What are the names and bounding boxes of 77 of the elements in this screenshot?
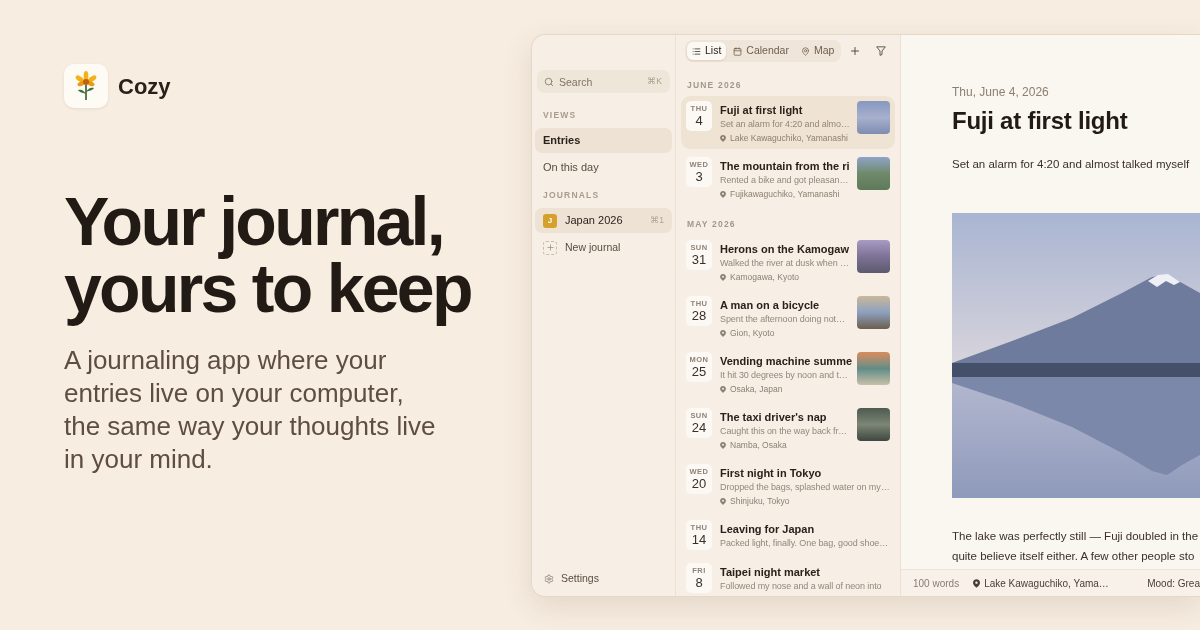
location-pin-icon [973, 578, 981, 588]
entry-title: Taipei night market [720, 565, 822, 579]
mood-label: Mood: Grea [1147, 576, 1200, 591]
entry-title: Vending machine summe [720, 354, 853, 368]
day-number: 14 [691, 532, 707, 547]
day-number: 31 [691, 252, 707, 267]
shortcut-hint: ⌘K [647, 75, 662, 88]
entry-excerpt: Rented a bike and got pleasan… [720, 174, 850, 187]
search-icon [544, 76, 554, 87]
entry-date: Thu, June 4, 2026 [952, 85, 1050, 99]
section-heading: JOURNALS [542, 190, 601, 200]
view-tab[interactable]: Map [795, 42, 840, 60]
entry-excerpt: Set an alarm for 4:20 and almo… [720, 118, 851, 131]
map-pin-icon [800, 46, 810, 56]
day-number: 8 [695, 575, 703, 590]
location-pin-icon [720, 329, 726, 337]
entry-excerpt: Packed light, finally. One bag, good shoe… [720, 537, 890, 550]
entry-paragraph: Set an alarm for 4:20 and almost talked myself [952, 157, 1191, 172]
location-pin-icon [720, 273, 726, 281]
journal-name: Japan 2026 [565, 213, 623, 229]
entry-location: Lake Kawaguchiko, Yamanashi [730, 132, 848, 144]
entry-excerpt: Caught this on the way back fr… [720, 425, 849, 438]
filter-icon [876, 46, 887, 56]
entry-location: Shinjuku, Tokyo [730, 495, 790, 507]
entry-excerpt: Walked the river at dusk when … [720, 257, 850, 270]
sidebar-item[interactable]: On this day [535, 155, 672, 180]
day-number: 25 [691, 364, 707, 379]
journal-initial: J [543, 213, 557, 228]
shortcut-hint: ⌘1 [650, 214, 664, 227]
entry-title: Leaving for Japan [720, 522, 816, 536]
body-text: quite believe itself either. A few other people sto [952, 549, 1196, 564]
month-heading: MAY 2026 [686, 219, 737, 229]
view-tab[interactable]: Calendar [728, 42, 794, 60]
location-pin-icon [720, 441, 726, 449]
entry-location: Gion, Kyoto [730, 327, 775, 339]
brand-name: Cozy [118, 72, 171, 101]
entry-excerpt: Spent the afternoon doing not… [720, 313, 846, 326]
entry-title: Herons on the Kamogaw [720, 242, 850, 256]
calendar-icon [733, 46, 743, 56]
settings-icon [544, 573, 554, 584]
entry-location: Fujikawaguchiko, Yamanashi [730, 188, 840, 200]
section-heading: VIEWS [542, 110, 578, 120]
entry-title: A man on a bicycle [720, 298, 821, 312]
entry-location: Lake Kawaguchiko, Yama… [984, 576, 1109, 591]
entry-heading: Fuji at first light [952, 106, 1129, 136]
entry-title: The taxi driver's nap [720, 410, 828, 424]
flower-logo-icon [64, 64, 108, 108]
day-number: 3 [695, 169, 703, 184]
entry-location: Osaka, Japan [730, 383, 783, 395]
list-icon [692, 46, 701, 56]
day-number: 20 [691, 476, 707, 491]
day-number: 24 [691, 420, 707, 435]
entry-excerpt: It hit 30 degrees by noon and t… [720, 369, 849, 382]
location-pin-icon [720, 497, 726, 505]
new-journal-button[interactable]: New journal [535, 235, 672, 260]
view-tab[interactable]: List [687, 42, 727, 60]
entry-title: Fuji at first light [720, 103, 804, 117]
word-count: 100 words [913, 576, 960, 591]
plus-icon [849, 45, 862, 57]
sidebar-item[interactable]: Entries [535, 128, 672, 153]
hero-description: A journaling app where your entries live on your computer, the same way your thoughts live in your mind. [64, 344, 437, 476]
entry-title: First night in Tokyo [720, 466, 823, 480]
journal-item[interactable]: J Japan 2026 ⌘1 [535, 208, 672, 233]
entry-excerpt: Dropped the bags, splashed water on my… [720, 481, 890, 494]
location-pin-icon [720, 134, 726, 142]
body-text: The lake was perfectly still — Fuji doubled in the [952, 529, 1200, 544]
month-heading: JUNE 2026 [686, 80, 743, 90]
location-pin-icon [720, 385, 726, 393]
entry-location: Namba, Osaka [730, 439, 787, 451]
entry-title: The mountain from the ri [720, 159, 851, 173]
location-pin-icon [720, 190, 726, 198]
settings-button[interactable]: Settings [535, 566, 672, 591]
plus-icon [543, 240, 557, 255]
day-number: 28 [691, 308, 707, 323]
entry-excerpt: Followed my nose and a wall of neon into [720, 580, 883, 593]
entry-location: Kamogawa, Kyoto [730, 271, 799, 283]
day-number: 4 [695, 113, 703, 128]
